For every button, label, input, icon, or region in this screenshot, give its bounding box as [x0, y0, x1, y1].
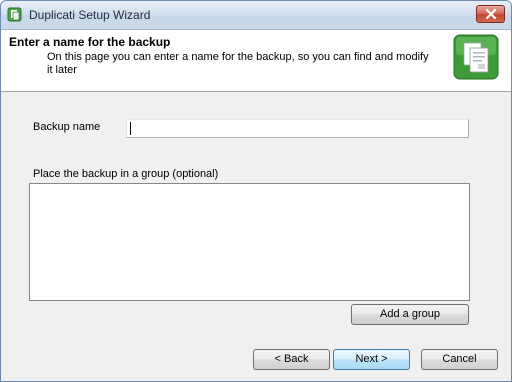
group-tree[interactable] — [29, 183, 470, 301]
next-button[interactable]: Next > — [333, 349, 410, 370]
window-title: Duplicati Setup Wizard — [29, 8, 151, 22]
duplicati-app-icon — [7, 7, 22, 22]
page-description: On this page you can enter a name for th… — [47, 51, 429, 76]
group-label: Place the backup in a group (optional) — [33, 168, 219, 180]
wizard-window: Duplicati Setup Wizard Enter a name for … — [0, 0, 512, 382]
title-bar[interactable]: Duplicati Setup Wizard — [1, 1, 511, 30]
back-button[interactable]: < Back — [253, 349, 330, 370]
backup-name-label: Backup name — [33, 121, 101, 133]
backup-name-input[interactable] — [126, 119, 469, 138]
backup-documents-icon — [453, 34, 499, 80]
close-icon — [485, 9, 497, 19]
close-button[interactable] — [476, 5, 505, 23]
add-group-button[interactable]: Add a group — [351, 304, 469, 325]
cancel-button[interactable]: Cancel — [421, 349, 498, 370]
page-title: Enter a name for the backup — [9, 35, 171, 49]
wizard-header: Enter a name for the backup On this page… — [1, 30, 511, 92]
text-caret — [130, 122, 131, 135]
